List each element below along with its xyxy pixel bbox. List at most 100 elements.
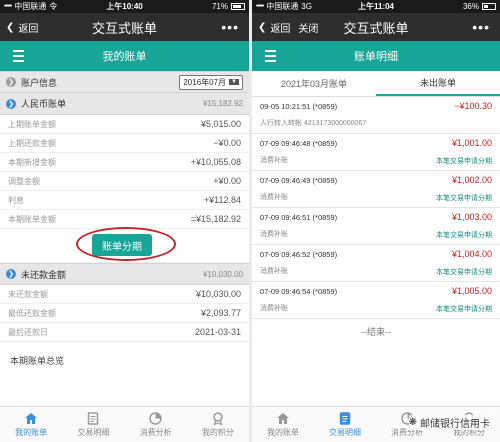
more-button[interactable]: ••• [221, 19, 249, 35]
tab-my-points[interactable]: 我的积分 [187, 407, 249, 442]
account-info-header: ❯ 账户信息 2016年07月 ▼ [0, 71, 249, 93]
month-value: 2016年07月 [183, 77, 227, 87]
tab-label: 我的账单 [267, 427, 299, 437]
transaction-amount: ¥1,004.00 [451, 249, 492, 259]
watermark-text: 邮储银行信用卡 [420, 419, 490, 430]
tab-unbilled[interactable]: 未出账单 [376, 71, 500, 96]
menu-icon[interactable] [10, 50, 24, 62]
status-time: 上午11:04 [357, 2, 395, 11]
tab-my-bill[interactable]: 我的账单 [0, 407, 62, 442]
battery-icon [482, 3, 496, 10]
left-screen: ••••• 中国联通 令 上午10:40 71% ❮ 返回 交互式账单 ••• 我… [0, 0, 249, 442]
pie-chart-icon [149, 411, 162, 425]
rmb-header[interactable]: ❯ 人民币账单 ¥15,182.92 [0, 93, 249, 115]
installment-link[interactable]: 本笔交易申请分期 [436, 156, 492, 166]
back-button[interactable]: ❮ 返回 [252, 20, 290, 35]
right-screen: ••••• 中国联通 3G 上午11:04 36% ❮ 返回 关闭 交互式账单 •… [252, 0, 500, 442]
transaction-row[interactable]: 07-09 09:46:49 (*0859) 消费补账 ¥1,002.00 本笔… [252, 171, 500, 208]
tab-transaction-detail[interactable]: 交易明细 [314, 407, 376, 442]
nav-bar: ❮ 返回 关闭 交互式账单 ••• [252, 13, 500, 41]
more-button[interactable]: ••• [472, 19, 500, 35]
bill-row: 调整金额 +¥0.00 [0, 172, 249, 191]
highlight-oval [76, 227, 176, 261]
row-value: +¥112.84 [203, 195, 241, 205]
row-value: 2021-03-31 [194, 327, 241, 337]
row-value: +¥0.00 [213, 176, 241, 186]
back-button[interactable]: ❮ 返回 [0, 20, 38, 35]
status-bar: ••••• 中国联通 3G 上午11:04 36% [252, 0, 500, 13]
transaction-row[interactable]: 07-09 09:46:54 (*0859) 消费补账 ¥1,005.00 本笔… [252, 282, 500, 319]
transaction-desc: 人行转入转帐 4213173000000067 [260, 120, 367, 127]
chevron-left-icon: ❮ [258, 21, 267, 33]
back-label: 返回 [18, 23, 39, 35]
tab-march-bill[interactable]: 2021年03月账单 [252, 71, 376, 96]
unpaid-row: 最低还款金额 ¥2,093.77 [0, 304, 249, 323]
row-value: =¥15,182.92 [190, 214, 241, 224]
tab-label: 我的账单 [15, 427, 48, 437]
row-label: 最后还款日 [8, 327, 48, 337]
transaction-list: 09-05 10:21:51 (*0859) 人行转入转帐 4213173000… [252, 97, 500, 319]
unpaid-row: 最后还款日 2021-03-31 [0, 323, 249, 342]
transaction-amount: ¥1,001.00 [451, 138, 492, 148]
installment-link[interactable]: 本笔交易申请分期 [436, 193, 492, 203]
unpaid-label: 未还款金额 [21, 269, 67, 280]
rmb-label: 人民币账单 [21, 99, 67, 109]
chevron-down-icon: ❯ [6, 98, 16, 109]
wechat-logo-icon: ❋ [408, 417, 417, 428]
menu-icon[interactable] [262, 50, 276, 62]
battery-icon [231, 3, 245, 10]
title-bar: 账单明细 [252, 41, 500, 71]
close-button[interactable]: 关闭 [298, 20, 318, 35]
bill-row: 上期账单金额 ¥5,015.00 [0, 115, 249, 134]
chevron-down-icon: ❯ [6, 269, 16, 279]
row-label: 未还款金额 [8, 289, 48, 299]
installment-link[interactable]: 本笔交易申请分期 [436, 304, 492, 314]
transaction-amount: −¥100.30 [454, 101, 492, 111]
row-label: 上期还款金额 [8, 138, 56, 148]
row-label: 本期新增金额 [8, 157, 56, 167]
account-info-label: 账户信息 [21, 77, 58, 88]
bottom-tab-bar: 我的账单 交易明细 消费分析 我的积分 [0, 406, 249, 442]
transaction-row[interactable]: 07-09 09:46:51 (*0859) 消费补账 ¥1,003.00 本笔… [252, 208, 500, 245]
medal-icon [213, 411, 223, 425]
installment-area: 账单分期 [0, 227, 249, 263]
bill-overview-label: 本期账单总览 [10, 355, 65, 366]
tab-label: 交易明细 [329, 427, 361, 437]
transaction-row[interactable]: 07-09 09:46:52 (*0859) 消费补账 ¥1,004.00 本笔… [252, 245, 500, 282]
unpaid-row: 未还款金额 ¥10,030.00 [0, 285, 249, 304]
transaction-amount: ¥1,002.00 [451, 175, 492, 185]
chevron-right-icon: ❯ [6, 77, 16, 87]
transaction-amount: ¥1,005.00 [451, 286, 492, 296]
status-time: 上午10:40 [106, 2, 143, 11]
nav-bar: ❮ 返回 交互式账单 ••• [0, 13, 249, 41]
tab-transaction-detail[interactable]: 交易明细 [62, 407, 124, 442]
tab-label: 消费分析 [139, 427, 172, 437]
row-value: ¥10,030.00 [195, 289, 241, 299]
tab-my-bill[interactable]: 我的账单 [252, 407, 314, 442]
transaction-row[interactable]: 09-05 10:21:51 (*0859) 人行转入转帐 4213173000… [252, 97, 500, 134]
month-select[interactable]: 2016年07月 ▼ [179, 74, 243, 90]
unpaid-list: 未还款金额 ¥10,030.00 最低还款金额 ¥2,093.77 最后还款日 202… [0, 285, 249, 342]
watermark: ❋ 邮储银行信用卡 [408, 415, 490, 430]
row-label: 上期账单金额 [8, 119, 56, 129]
tab-spending-analysis[interactable]: 消费分析 [125, 407, 187, 442]
back-label: 返回 [270, 23, 291, 35]
bill-row: 本期新增金额 +¥10,055.08 [0, 153, 249, 172]
row-label: 利息 [8, 195, 24, 205]
unpaid-value: ¥10,030.00 [202, 269, 243, 279]
page-title: 我的账单 [102, 51, 147, 63]
status-bar: ••••• 中国联通 令 上午10:40 71% [0, 0, 249, 13]
page-title: 账单明细 [354, 51, 398, 63]
unpaid-header[interactable]: ❯ 未还款金额 ¥10,030.00 [0, 263, 249, 285]
chevron-left-icon: ❮ [6, 21, 15, 33]
dropdown-icon: ▼ [229, 79, 239, 85]
installment-link[interactable]: 本笔交易申请分期 [436, 230, 492, 240]
bill-row: 上期还款金额 −¥0.00 [0, 134, 249, 153]
title-bar: 我的账单 [0, 41, 249, 71]
row-value: +¥10,055.08 [190, 157, 241, 167]
installment-link[interactable]: 本笔交易申请分期 [436, 267, 492, 277]
home-icon [25, 412, 38, 424]
rmb-value: ¥15,182.92 [202, 99, 243, 108]
transaction-row[interactable]: 07-09 09:46:48 (*0859) 消费补账 ¥1,001.00 本笔… [252, 134, 500, 171]
bill-detail-list: 上期账单金额 ¥5,015.00 上期还款金额 −¥0.00 本期新增金额 +¥10,… [0, 115, 249, 229]
